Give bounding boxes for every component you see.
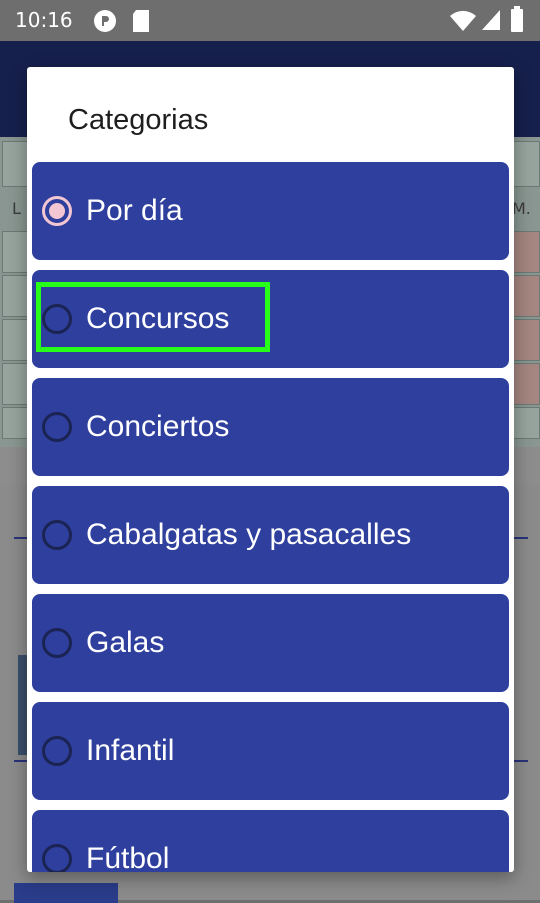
option-label: Galas [86,626,165,659]
radio-unchecked-icon[interactable] [42,628,72,658]
background-label-right: M. [512,199,531,218]
radio-unchecked-icon[interactable] [42,844,72,872]
radio-unchecked-icon[interactable] [42,736,72,766]
radio-checked-icon[interactable] [42,196,72,226]
option-label: Concursos [86,302,230,335]
status-bar: 10:16 [0,0,540,41]
option-label: Conciertos [86,410,230,443]
categories-dialog: Categorias Por día Concursos Conciertos … [27,67,514,872]
option-cabalgatas[interactable]: Cabalgatas y pasacalles [32,486,509,584]
radio-unchecked-icon[interactable] [42,304,72,334]
option-por-dia[interactable]: Por día [32,162,509,260]
radio-unchecked-icon[interactable] [42,412,72,442]
radio-unchecked-icon[interactable] [42,520,72,550]
wifi-icon [450,10,476,31]
option-conciertos[interactable]: Conciertos [32,378,509,476]
option-label: Infantil [86,734,175,767]
status-time: 10:16 [15,8,73,32]
dialog-title: Categorias [68,104,209,136]
option-label: Fútbol [86,842,170,872]
option-infantil[interactable]: Infantil [32,702,509,800]
sd-card-icon [133,10,149,32]
background-label-left: L [12,199,21,218]
circle-p-icon [94,10,116,32]
option-concursos[interactable]: Concursos [32,270,509,368]
battery-icon [511,6,523,32]
signal-icon [482,10,500,30]
option-label: Cabalgatas y pasacalles [86,518,412,551]
option-label: Por día [86,194,183,227]
option-galas[interactable]: Galas [32,594,509,692]
option-futbol[interactable]: Fútbol [32,810,509,872]
